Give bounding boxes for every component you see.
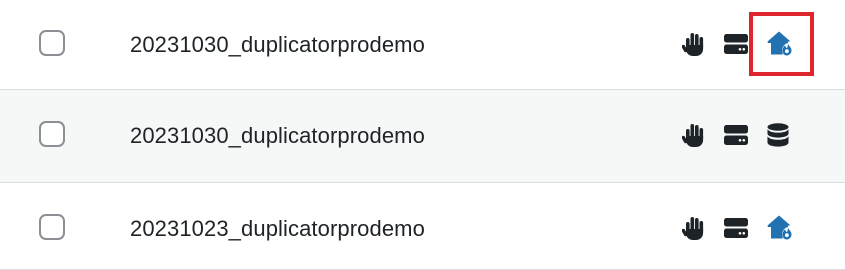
package-name: 20231023_duplicatorprodemo <box>130 216 425 241</box>
package-name: 20231030_duplicatorprodemo <box>130 32 425 57</box>
home-fire-icon <box>766 30 792 56</box>
hand-icon <box>682 31 708 57</box>
package-list: 20231030_duplicatorprodemo 20231030_dupl… <box>0 0 845 270</box>
package-row: 20231030_duplicatorprodemo <box>0 0 845 90</box>
row-select-checkbox[interactable] <box>39 121 65 147</box>
server-icon <box>723 215 749 241</box>
hand-icon <box>682 215 708 241</box>
hand-icon <box>682 122 708 148</box>
package-name: 20231030_duplicatorprodemo <box>130 123 425 148</box>
package-row: 20231023_duplicatorprodemo <box>0 183 845 270</box>
package-row: 20231030_duplicatorprodemo <box>0 90 845 183</box>
home-fire-icon <box>766 214 792 240</box>
server-icon <box>723 31 749 57</box>
server-icon <box>723 122 749 148</box>
row-select-checkbox[interactable] <box>39 214 65 240</box>
row-select-checkbox[interactable] <box>39 30 65 56</box>
database-icon <box>765 122 791 148</box>
